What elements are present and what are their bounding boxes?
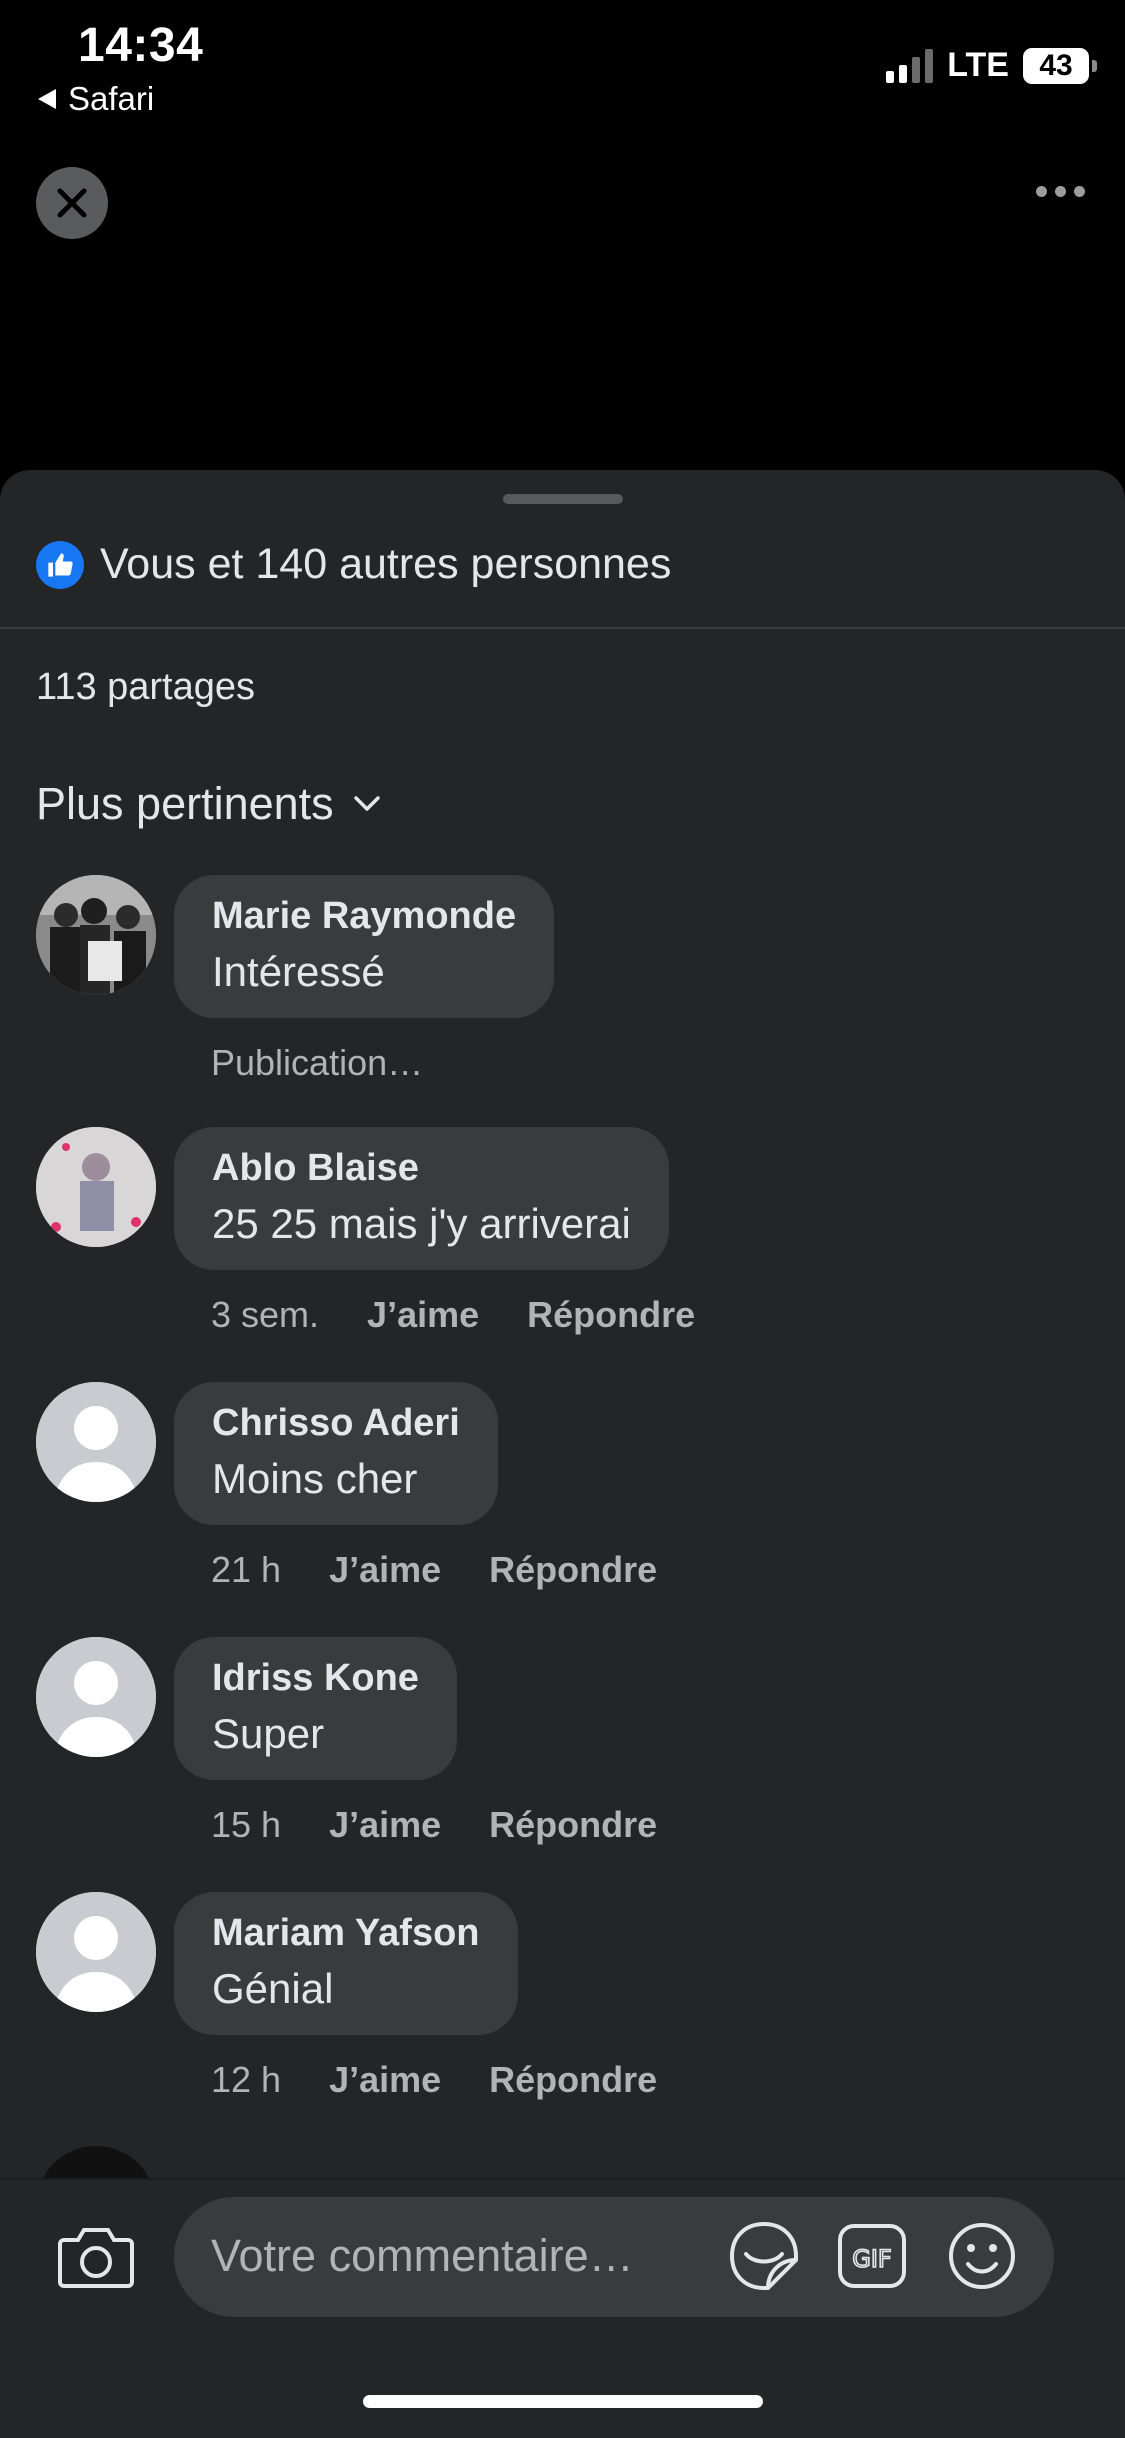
emoji-icon xyxy=(949,2223,1015,2289)
sort-dropdown[interactable]: Plus pertinents xyxy=(36,778,382,830)
gif-label: GIF xyxy=(852,2245,891,2273)
avatar[interactable] xyxy=(36,1637,156,1757)
status-time: 14:34 xyxy=(78,19,204,72)
reply-comment-button[interactable]: Répondre xyxy=(489,1804,657,1846)
close-icon xyxy=(57,188,87,218)
back-triangle-icon xyxy=(38,89,56,109)
default-user-icon xyxy=(36,1637,156,1757)
gif-button[interactable]: GIF xyxy=(836,2222,908,2295)
network-type: LTE xyxy=(947,46,1009,84)
battery-icon: 43 xyxy=(1023,47,1097,84)
back-app-label: Safari xyxy=(68,80,155,117)
comment-status: Publication… xyxy=(211,1042,424,1083)
signal-icon xyxy=(886,48,934,83)
comment-text: 25 25 mais j'y arriverai xyxy=(212,1200,631,1247)
comment-actions: 12 h J’aime Répondre xyxy=(211,2059,657,2101)
camera-icon xyxy=(58,2228,134,2288)
comment-bubble[interactable]: Mariam Yafson Génial xyxy=(174,1892,518,2035)
comment-bubble[interactable]: Chrisso Aderi Moins cher xyxy=(174,1382,498,1525)
comment-time: 15 h xyxy=(211,1804,282,1845)
sticker-icon xyxy=(729,2221,798,2290)
comment-bubble[interactable]: Idriss Kone Super xyxy=(174,1637,457,1780)
sheet-grabber[interactable] xyxy=(503,494,623,504)
like-comment-button[interactable]: J’aime xyxy=(329,2059,441,2101)
comment-text: Super xyxy=(212,1710,325,1757)
like-comment-button[interactable]: J’aime xyxy=(329,1549,441,1591)
reactions-summary[interactable]: Vous et 140 autres personnes xyxy=(36,540,671,589)
comment-time: 3 sem. xyxy=(211,1294,320,1335)
comment-author[interactable]: Ablo Blaise xyxy=(212,1147,631,1190)
divider xyxy=(0,627,1125,629)
comment-actions: 3 sem. J’aime Répondre xyxy=(211,1294,695,1336)
comment-text: Moins cher xyxy=(212,1455,418,1502)
chevron-down-icon xyxy=(353,796,380,811)
avatar[interactable] xyxy=(36,1382,156,1502)
home-indicator[interactable] xyxy=(363,2395,763,2408)
comment-author[interactable]: Chrisso Aderi xyxy=(212,1402,460,1445)
sticker-button[interactable] xyxy=(726,2218,802,2299)
comment-time: 12 h xyxy=(211,2059,282,2100)
status-indicators: LTE 43 xyxy=(886,46,1097,85)
shares-count[interactable]: 113 partages xyxy=(36,666,255,709)
avatar[interactable] xyxy=(36,1127,156,1247)
comment-text: Intéressé xyxy=(212,948,385,995)
back-to-safari[interactable]: Safari xyxy=(36,80,154,118)
comment-author[interactable]: Marie Raymonde xyxy=(212,895,516,938)
reply-comment-button[interactable]: Répondre xyxy=(489,1549,657,1591)
close-button[interactable] xyxy=(36,167,108,239)
comment-bubble[interactable]: Marie Raymonde Intéressé xyxy=(174,875,555,1018)
comment-input-placeholder[interactable]: Votre commentaire… xyxy=(211,2230,634,2282)
sort-label: Plus pertinents xyxy=(36,778,334,829)
like-thumb-icon xyxy=(36,540,84,589)
more-horizontal-icon xyxy=(1036,186,1047,197)
comment-bubble[interactable]: Ablo Blaise 25 25 mais j'y arriverai xyxy=(174,1127,669,1270)
likes-count-text: Vous et 140 autres personnes xyxy=(100,540,672,588)
comments-sheet xyxy=(0,470,1125,2436)
more-options-button[interactable] xyxy=(1036,186,1085,197)
default-user-icon xyxy=(36,1382,156,1502)
comment-text: Génial xyxy=(212,1965,334,2012)
gif-icon: GIF xyxy=(838,2224,906,2288)
default-user-icon xyxy=(36,1892,156,2012)
avatar[interactable] xyxy=(36,1892,156,2012)
comment-actions: 21 h J’aime Répondre xyxy=(211,1549,657,1591)
camera-button[interactable] xyxy=(56,2222,136,2297)
comment-time: 21 h xyxy=(211,1549,282,1590)
reply-comment-button[interactable]: Répondre xyxy=(489,2059,657,2101)
comment-actions: 15 h J’aime Répondre xyxy=(211,1804,657,1846)
comment-author[interactable]: Mariam Yafson xyxy=(212,1912,480,1955)
like-comment-button[interactable]: J’aime xyxy=(329,1804,441,1846)
like-comment-button[interactable]: J’aime xyxy=(367,1294,479,1336)
comment-author[interactable]: Idriss Kone xyxy=(212,1657,419,1700)
battery-level: 43 xyxy=(1039,48,1073,82)
avatar[interactable] xyxy=(36,875,156,995)
emoji-button[interactable] xyxy=(946,2220,1018,2297)
reply-comment-button[interactable]: Répondre xyxy=(527,1294,695,1336)
